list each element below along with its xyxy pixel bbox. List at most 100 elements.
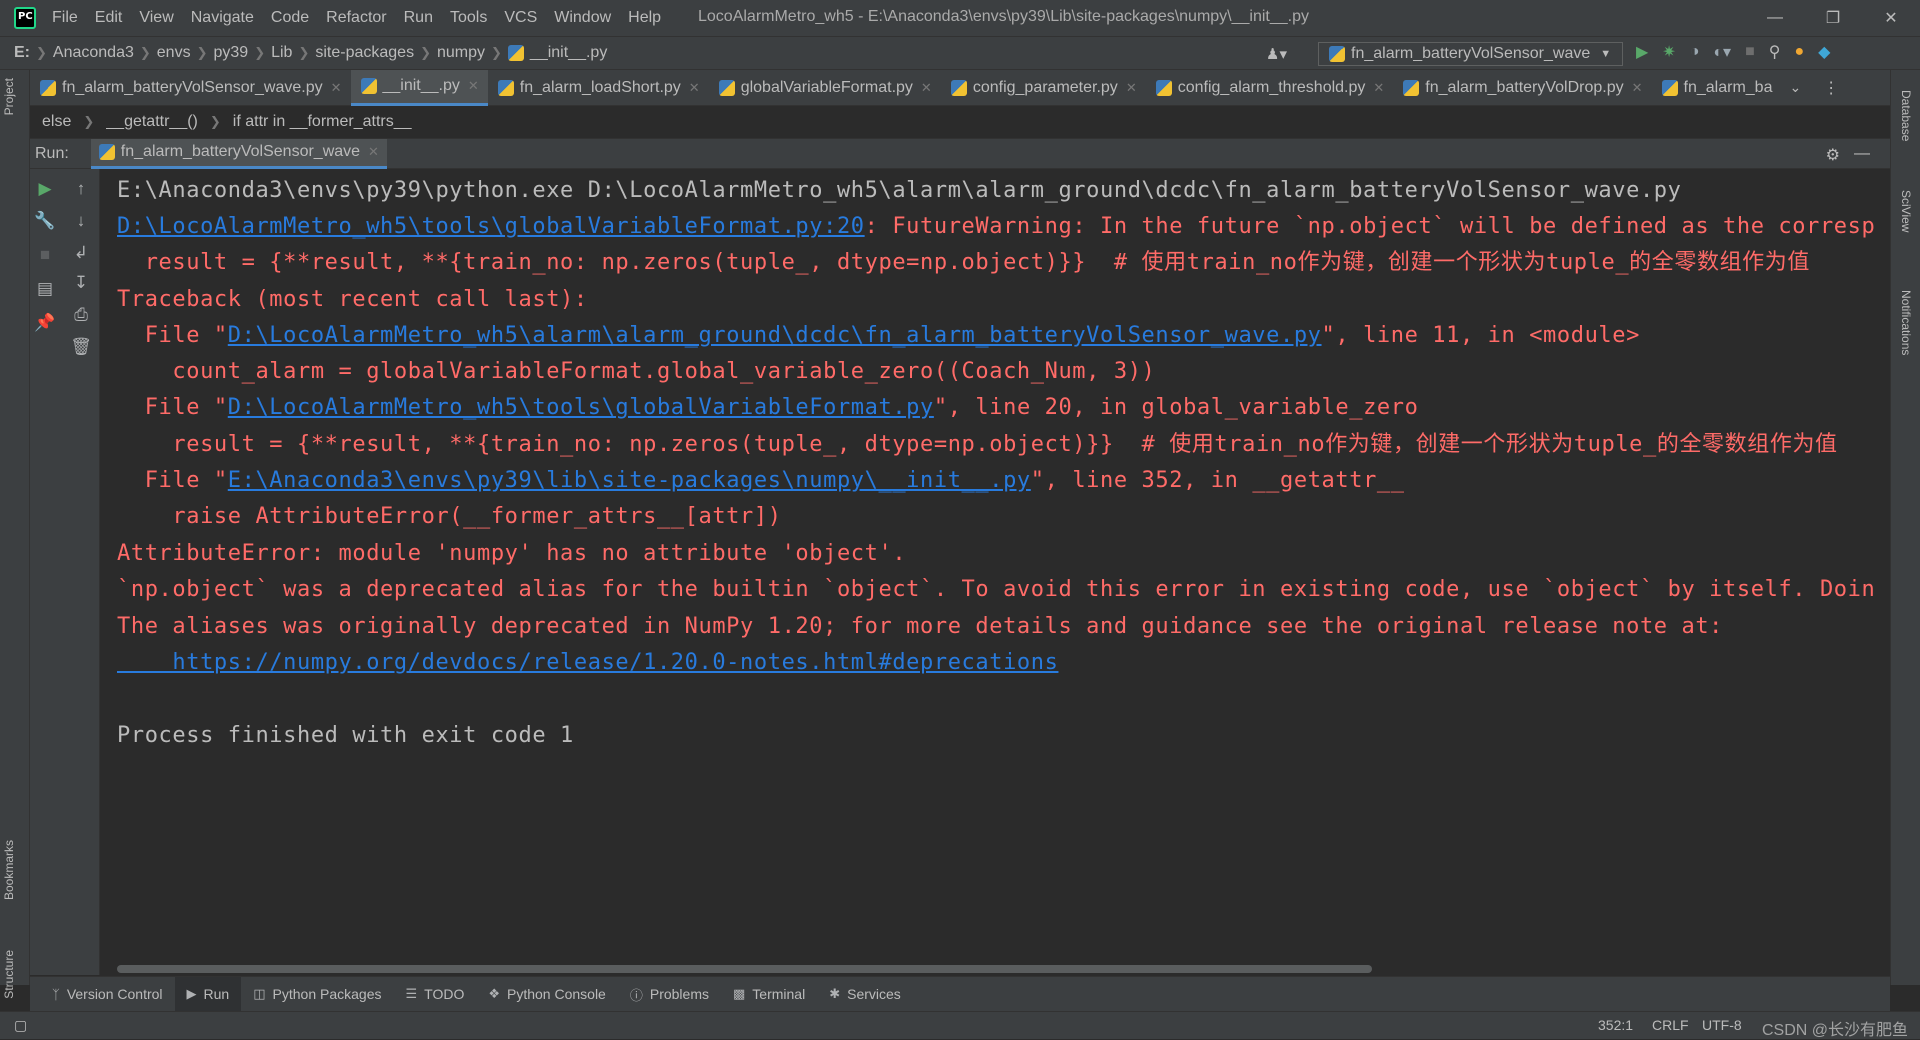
breadcrumb-getattr[interactable]: __getattr__()	[106, 113, 198, 131]
bookmarks-tool-button[interactable]: Bookmarks	[2, 840, 16, 900]
menu-tools[interactable]: Tools	[450, 9, 487, 27]
menu-help[interactable]: Help	[628, 9, 661, 27]
menu-run[interactable]: Run	[404, 9, 433, 27]
crumb-site-packages[interactable]: site-packages	[315, 44, 414, 62]
project-tool-button[interactable]: Project	[2, 78, 16, 115]
wrench-icon[interactable]: 🔧	[34, 211, 56, 231]
crumb-numpy[interactable]: numpy	[437, 44, 485, 62]
crumb-anaconda3[interactable]: Anaconda3	[53, 44, 134, 62]
run-configuration-select[interactable]: fn_alarm_batteryVolSensor_wave ▼	[1318, 42, 1623, 66]
search-icon[interactable]: ⚲	[1769, 42, 1781, 62]
close-icon[interactable]: ✕	[1862, 0, 1920, 36]
tab-fn-alarm-batteryvoldrop[interactable]: fn_alarm_batteryVolDrop.py ✕	[1393, 70, 1651, 106]
tool-window-toggle-icon[interactable]: ▢	[14, 1017, 27, 1034]
tool-todo[interactable]: ☰ TODO	[393, 977, 476, 1012]
console-line: File "D:\LocoAlarmMetro_wh5\tools\global…	[117, 390, 1418, 426]
restore-icon[interactable]: ❐	[1804, 0, 1862, 36]
tab-config-parameter[interactable]: config_parameter.py ✕	[941, 70, 1146, 106]
tab-label: __init__.py	[382, 77, 460, 94]
tab-config-alarm-threshold[interactable]: config_alarm_threshold.py ✕	[1146, 70, 1394, 106]
menu-edit[interactable]: Edit	[95, 9, 123, 27]
user-icon[interactable]: ♟▾	[1266, 45, 1287, 63]
tool-label: Python Packages	[272, 986, 382, 1002]
debug-icon[interactable]: ✷	[1662, 42, 1675, 62]
stop-icon[interactable]: ■	[34, 245, 56, 265]
menu-vcs[interactable]: VCS	[504, 9, 537, 27]
jetbrains-icon[interactable]: ◆	[1818, 42, 1830, 62]
structure-tool-button[interactable]: Structure	[2, 950, 16, 999]
crumb-envs[interactable]: envs	[157, 44, 191, 62]
tool-label: Services	[847, 986, 901, 1002]
tool-terminal[interactable]: ▩ Terminal	[721, 977, 817, 1012]
breadcrumb-if-attr[interactable]: if attr in __former_attrs__	[233, 113, 412, 131]
caret-position[interactable]: 352:1	[1598, 1017, 1633, 1033]
pin-icon[interactable]: 📌	[34, 313, 56, 333]
close-icon[interactable]: ✕	[1373, 80, 1384, 96]
close-icon[interactable]: ✕	[1632, 80, 1643, 96]
console-link[interactable]: https://numpy.org/devdocs/release/1.20.0…	[117, 645, 1058, 681]
hide-panel-icon[interactable]: —	[1854, 145, 1870, 165]
chevron-down-icon[interactable]: ⌄	[1789, 79, 1801, 96]
breadcrumb-else[interactable]: else	[42, 113, 71, 131]
tool-run[interactable]: ▶ Run	[174, 976, 242, 1012]
tool-services[interactable]: ✱ Services	[817, 977, 913, 1012]
tool-python-console[interactable]: ❖ Python Console	[476, 977, 618, 1012]
close-icon[interactable]: ✕	[331, 80, 342, 96]
tab-fn-alarm-batteryvolsensor-wave[interactable]: fn_alarm_batteryVolSensor_wave.py ✕	[30, 70, 351, 106]
coverage-icon[interactable]: ◑	[1690, 43, 1700, 61]
rerun-icon[interactable]: ▶	[34, 179, 56, 199]
close-icon[interactable]: ✕	[368, 144, 379, 160]
crumb-lib[interactable]: Lib	[271, 44, 292, 62]
minimize-icon[interactable]: —	[1746, 0, 1804, 36]
crumb-drive[interactable]: E:	[14, 44, 30, 62]
menu-view[interactable]: View	[139, 9, 173, 27]
menu-refactor[interactable]: Refactor	[326, 9, 386, 27]
soft-wrap-icon[interactable]: ↲	[70, 243, 92, 263]
gear-icon[interactable]: ⚙	[1826, 145, 1840, 165]
horizontal-scrollbar[interactable]	[117, 965, 1372, 973]
close-icon[interactable]: ✕	[921, 80, 932, 96]
scroll-to-end-icon[interactable]: ↧	[70, 273, 92, 293]
console-output[interactable]: E:\Anaconda3\envs\py39\python.exe D:\Loc…	[100, 169, 1890, 975]
arrow-up-icon[interactable]: ↑	[70, 179, 92, 199]
tab-fn-alarm-ba-truncated[interactable]: fn_alarm_ba	[1652, 70, 1782, 106]
console-link[interactable]: E:\Anaconda3\envs\py39\lib\site-packages…	[228, 468, 1031, 493]
close-icon[interactable]: ✕	[468, 78, 479, 94]
run-tab[interactable]: fn_alarm_batteryVolSensor_wave ✕	[90, 138, 387, 169]
menu-code[interactable]: Code	[271, 9, 309, 27]
console-link[interactable]: D:\LocoAlarmMetro_wh5\tools\globalVariab…	[228, 395, 934, 420]
layout-icon[interactable]: ▤	[34, 279, 56, 299]
run-icon[interactable]: ▶	[1636, 42, 1648, 62]
trash-icon[interactable]: 🗑	[70, 337, 92, 357]
tool-version-control[interactable]: ᛉ Version Control	[40, 977, 175, 1012]
arrow-down-icon[interactable]: ↓	[70, 211, 92, 231]
stop-icon[interactable]: ■	[1745, 43, 1755, 61]
tab-globalvariableformat[interactable]: globalVariableFormat.py ✕	[709, 70, 941, 106]
menu-file[interactable]: File	[52, 9, 78, 27]
line-separator[interactable]: CRLF	[1652, 1017, 1689, 1033]
console-text: File "	[117, 468, 228, 493]
file-encoding[interactable]: UTF-8	[1702, 1017, 1742, 1033]
profile-icon[interactable]: ◐▾	[1713, 42, 1731, 62]
sciview-tool-button[interactable]: SciView	[1899, 190, 1913, 232]
database-tool-button[interactable]: Database	[1899, 90, 1913, 141]
tool-python-packages[interactable]: ◫ Python Packages	[241, 977, 393, 1012]
tab-init[interactable]: __init__.py ✕	[350, 69, 488, 106]
print-icon[interactable]: ⎙	[70, 305, 92, 325]
notifications-tool-button[interactable]: Notifications	[1899, 290, 1913, 355]
tab-label: fn_alarm_loadShort.py	[519, 78, 681, 96]
console-line: result = {**result, **{train_no: np.zero…	[117, 432, 1838, 457]
close-icon[interactable]: ✕	[689, 80, 700, 96]
console-link[interactable]: D:\LocoAlarmMetro_wh5\tools\globalVariab…	[117, 214, 865, 239]
more-icon[interactable]: ⋮	[1823, 78, 1839, 98]
update-icon[interactable]: ●	[1794, 43, 1804, 61]
tab-label: fn_alarm_batteryVolSensor_wave.py	[62, 78, 323, 96]
tool-problems[interactable]: ⓘ Problems	[618, 977, 721, 1012]
close-icon[interactable]: ✕	[1126, 80, 1137, 96]
tab-fn-alarm-loadshort[interactable]: fn_alarm_loadShort.py ✕	[488, 70, 709, 106]
menu-navigate[interactable]: Navigate	[191, 9, 254, 27]
crumb-py39[interactable]: py39	[213, 44, 248, 62]
crumb-init-file[interactable]: __init__.py	[530, 44, 607, 62]
console-link[interactable]: D:\LocoAlarmMetro_wh5\alarm\alarm_ground…	[228, 323, 1322, 348]
menu-window[interactable]: Window	[554, 9, 611, 27]
